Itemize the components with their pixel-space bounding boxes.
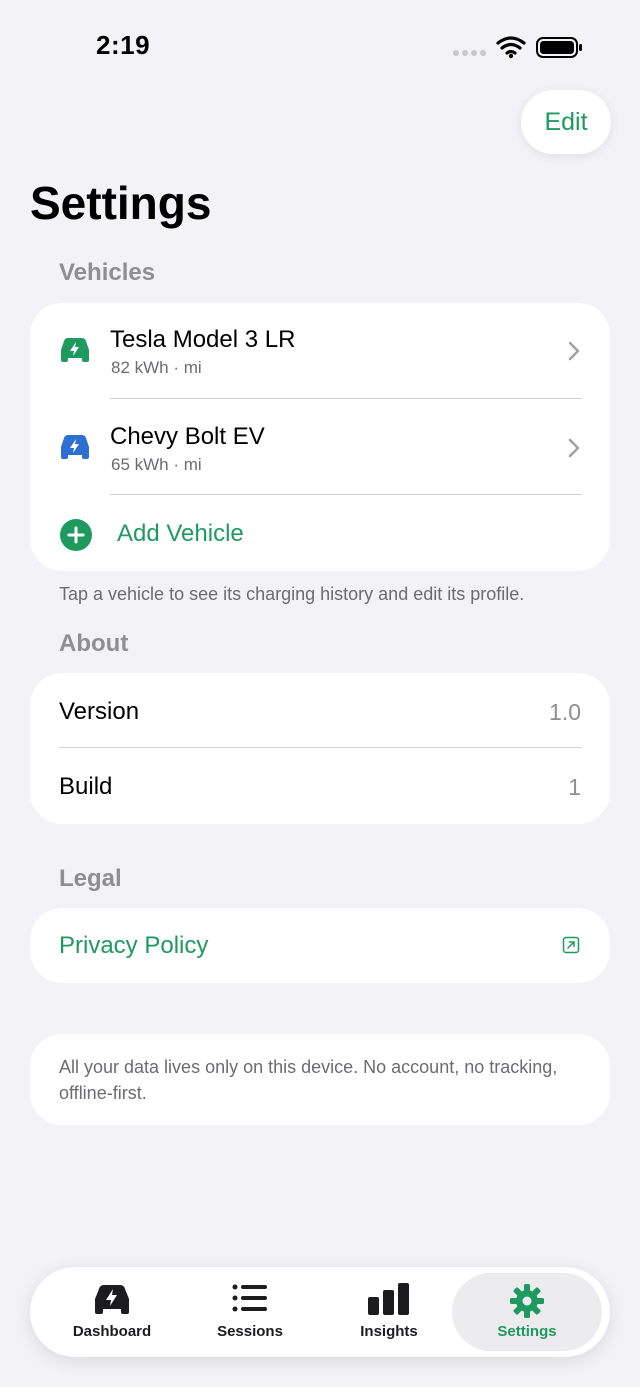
external-link-icon	[562, 936, 580, 954]
plus-circle-icon	[60, 519, 92, 551]
about-card: Version 1.0 Build 1	[30, 673, 610, 824]
build-row: Build 1	[30, 748, 610, 824]
tab-label: Insights	[360, 1323, 418, 1340]
page-title: Settings	[30, 177, 212, 229]
tab-sessions[interactable]: Sessions	[180, 1267, 320, 1357]
car-charging-icon	[61, 338, 89, 362]
vehicle-row-tesla[interactable]: Tesla Model 3 LR 82 kWh · mi	[30, 303, 610, 398]
section-header-legal: Legal	[59, 865, 122, 892]
build-value: 1	[568, 774, 581, 800]
tab-label: Sessions	[217, 1323, 283, 1340]
tab-bar: Dashboard Sessions Insights Settings	[30, 1267, 610, 1357]
edit-button[interactable]: Edit	[521, 90, 611, 154]
bar-chart-icon	[368, 1283, 409, 1315]
add-vehicle-label: Add Vehicle	[117, 520, 244, 547]
info-card: All your data lives only on this device.…	[30, 1034, 610, 1125]
car-charging-icon	[61, 435, 89, 459]
chevron-right-icon	[568, 438, 580, 458]
vehicle-name: Chevy Bolt EV	[110, 423, 265, 450]
vehicle-detail: 65 kWh · mi	[111, 455, 202, 474]
vehicle-row-chevy[interactable]: Chevy Bolt EV 65 kWh · mi	[30, 399, 610, 495]
tab-insights[interactable]: Insights	[319, 1267, 459, 1357]
tab-dashboard[interactable]: Dashboard	[42, 1267, 182, 1357]
vehicles-footnote: Tap a vehicle to see its charging histor…	[59, 584, 525, 604]
build-label: Build	[59, 773, 113, 800]
version-row: Version 1.0	[30, 673, 610, 747]
chevron-right-icon	[568, 341, 580, 361]
status-indicators	[452, 34, 584, 60]
vehicles-card: Tesla Model 3 LR 82 kWh · mi Chevy Bolt …	[30, 303, 610, 571]
privacy-policy-link[interactable]: Privacy Policy	[30, 908, 610, 983]
section-header-vehicles: Vehicles	[59, 259, 156, 286]
gear-icon	[510, 1284, 544, 1318]
privacy-note: All your data lives only on this device.…	[59, 1057, 558, 1103]
vehicle-detail: 82 kWh · mi	[111, 358, 202, 377]
version-label: Version	[59, 698, 140, 725]
battery-icon	[536, 37, 582, 58]
tab-label: Settings	[497, 1323, 557, 1340]
cellular-signal-icon	[453, 50, 486, 56]
tab-label: Dashboard	[72, 1323, 152, 1340]
privacy-policy-label: Privacy Policy	[59, 932, 209, 959]
status-time: 2:19	[96, 30, 151, 60]
car-charging-icon	[95, 1285, 129, 1314]
tab-settings[interactable]: Settings	[452, 1273, 602, 1351]
add-vehicle-button[interactable]: Add Vehicle	[30, 495, 610, 571]
wifi-icon	[496, 36, 526, 55]
section-header-about: About	[59, 630, 129, 657]
list-icon	[232, 1284, 267, 1312]
vehicle-name: Tesla Model 3 LR	[110, 326, 296, 353]
version-value: 1.0	[549, 699, 581, 725]
